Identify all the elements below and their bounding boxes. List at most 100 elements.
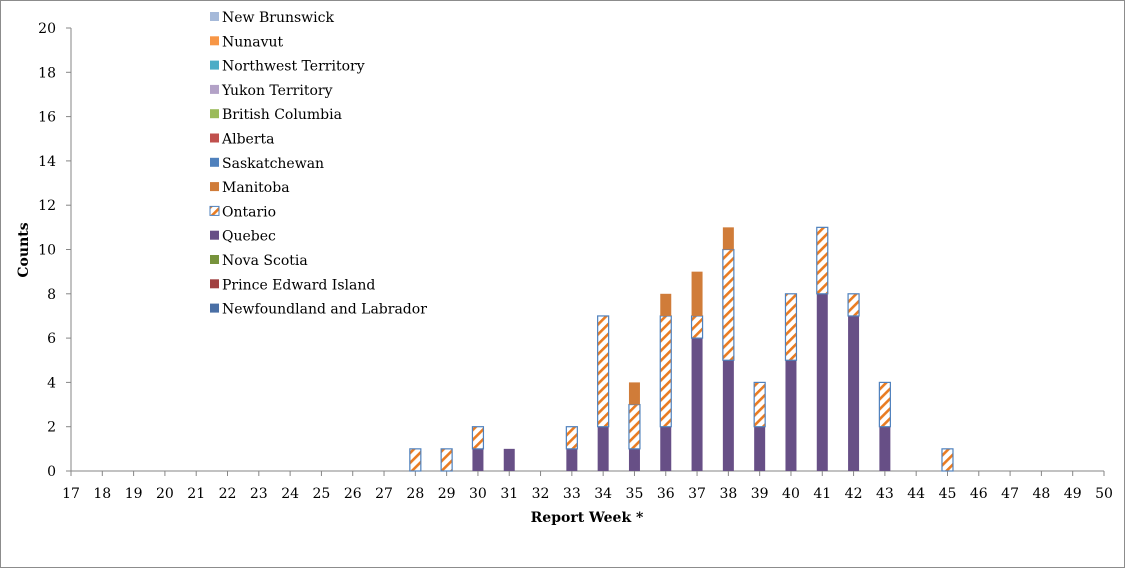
bar-quebec-week-33 (566, 448, 578, 471)
legend-marker (210, 109, 219, 119)
bar-quebec-week-38 (722, 360, 734, 471)
x-tick-label: 46 (970, 486, 988, 502)
y-tick-label: 10 (38, 243, 56, 259)
bar-ontario-week-38 (722, 248, 735, 361)
bar-ontario-week-40 (784, 293, 798, 361)
legend-marker (210, 84, 219, 94)
bar-manitoba-week-37 (691, 271, 703, 316)
y-tick-label: 6 (47, 331, 56, 347)
x-tick-label: 25 (313, 486, 331, 502)
legend-marker (210, 303, 219, 313)
y-tick-label: 4 (47, 375, 56, 391)
bar-quebec-week-31 (503, 448, 515, 471)
bar-manitoba-week-36 (660, 293, 672, 316)
legend-label: Quebec (222, 229, 276, 245)
x-tick-label: 42 (845, 486, 863, 502)
legend-marker (209, 205, 220, 216)
legend-label: Prince Edward Island (222, 277, 375, 293)
legend-item-ontario: Ontario (209, 204, 276, 220)
legend-marker (210, 133, 219, 143)
y-tick-label: 8 (47, 287, 56, 303)
bar-ontario-week-39 (753, 381, 766, 428)
bar-quebec-week-42 (848, 315, 860, 471)
x-tick-label: 28 (406, 486, 424, 502)
legend-label: Alberta (221, 132, 275, 148)
legend-marker (210, 60, 219, 70)
bar-quebec-week-39 (754, 426, 766, 471)
x-tick-label: 18 (93, 486, 111, 502)
y-tick-label: 20 (38, 21, 56, 37)
bar-quebec-week-30 (472, 448, 484, 471)
legend-item-newfoundland-and-labrador: Newfoundland and Labrador (210, 302, 427, 318)
bar-ontario-week-43 (878, 381, 891, 428)
x-tick-label: 38 (719, 486, 737, 502)
x-tick-label: 33 (563, 486, 581, 502)
x-tick-label: 43 (876, 486, 894, 502)
y-tick-label: 0 (47, 464, 56, 480)
x-tick-label: 30 (469, 486, 487, 502)
bar-quebec-week-37 (691, 338, 703, 471)
y-tick-label: 2 (47, 420, 56, 436)
bars (409, 226, 954, 472)
x-tick-label: 35 (626, 486, 644, 502)
bar-quebec-week-40 (785, 360, 797, 471)
x-tick-label: 48 (1032, 486, 1050, 502)
x-tick-label: 17 (62, 486, 80, 502)
bar-ontario-week-37 (690, 315, 704, 339)
legend-label: Newfoundland and Labrador (222, 302, 427, 318)
y-tick-label: 12 (38, 198, 56, 214)
legend-item-manitoba: Manitoba (210, 180, 290, 196)
bar-manitoba-week-35 (628, 382, 640, 405)
bar-quebec-week-36 (660, 426, 672, 471)
x-tick-label: 36 (657, 486, 675, 502)
x-tick-label: 22 (219, 486, 237, 502)
legend-marker (210, 279, 219, 289)
x-axis: 17 18 19 20 21 22 23 24 25 26 27 28 29 30 31 32 33 34 35 36… (62, 470, 1113, 502)
y-tick-label: 14 (38, 154, 56, 170)
y-axis: 0 2 4 6 8 10 12 14 16 18 20 (38, 21, 72, 480)
bar-ontario-week-41 (816, 226, 829, 295)
legend-label: British Columbia (222, 107, 342, 123)
x-tick-label: 50 (1095, 486, 1113, 502)
bar-quebec-week-34 (597, 426, 609, 471)
x-tick-label: 47 (1001, 486, 1019, 502)
legend-marker (210, 182, 219, 192)
y-axis-title: Counts (16, 222, 32, 277)
legend-marker (210, 12, 219, 21)
x-tick-label: 19 (125, 486, 143, 502)
y-tick-label: 18 (38, 65, 56, 81)
legend-label: Nunavut (222, 34, 284, 50)
x-tick-label: 21 (187, 486, 205, 502)
x-tick-label: 40 (782, 486, 800, 502)
x-tick-label: 44 (907, 486, 925, 502)
bar-quebec-week-35 (628, 448, 640, 471)
legend-item-quebec: Quebec (210, 229, 276, 245)
x-tick-label: 24 (281, 486, 299, 502)
bar-ontario-week-34 (597, 315, 610, 428)
bar-ontario-week-30 (471, 426, 485, 450)
bar-ontario-week-36 (659, 315, 672, 428)
legend-label: Nova Scotia (222, 253, 308, 269)
bar-quebec-week-41 (816, 293, 828, 471)
legend-label: Ontario (222, 204, 276, 220)
legend-item-new-brunswick: New Brunswick (210, 10, 334, 26)
legend-item-nunavut: Nunavut (210, 34, 284, 50)
x-tick-label: 39 (751, 486, 769, 502)
bar-ontario-week-45 (941, 448, 954, 472)
bar-quebec-week-43 (879, 426, 891, 471)
legend-label: Manitoba (222, 180, 290, 196)
legend-item-yukon-territory: Yukon Territory (210, 83, 333, 99)
legend-label: New Brunswick (222, 10, 334, 26)
bar-ontario-week-35 (628, 403, 641, 450)
legend-item-saskatchewan: Saskatchewan (210, 156, 324, 172)
legend-marker (210, 255, 219, 264)
x-tick-label: 34 (594, 486, 612, 502)
bar-ontario-week-42 (847, 293, 860, 317)
legend-item-alberta: Alberta (210, 132, 275, 148)
legend-marker (210, 36, 219, 46)
legend-marker (210, 157, 219, 167)
bar-manitoba-week-38 (722, 227, 734, 250)
x-tick-label: 29 (438, 486, 456, 502)
stacked-bar-chart: 02468101214161820 17 18 19 20 21 22 23 24 25 26 27… (16, 10, 1113, 526)
x-tick-label: 41 (813, 486, 831, 502)
